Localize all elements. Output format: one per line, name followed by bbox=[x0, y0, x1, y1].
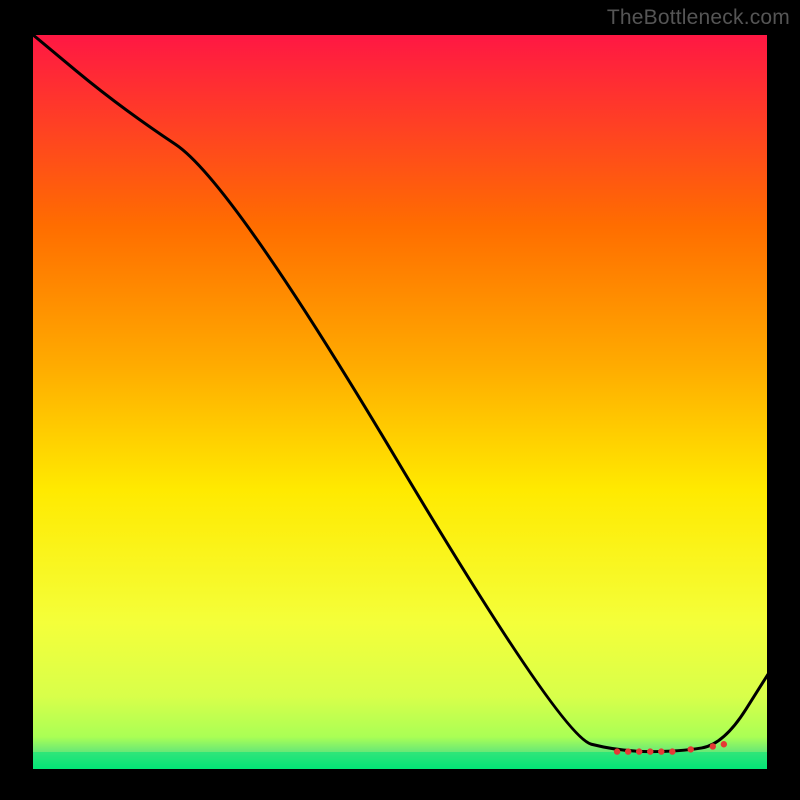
chart-marker bbox=[614, 748, 620, 754]
chart-marker bbox=[669, 748, 675, 754]
watermark-text: TheBottleneck.com bbox=[607, 6, 790, 30]
chart-marker bbox=[721, 741, 727, 747]
chart-marker bbox=[688, 746, 694, 752]
chart-plot-area bbox=[32, 34, 768, 770]
chart-container: TheBottleneck.com bbox=[0, 0, 800, 800]
chart-marker bbox=[658, 748, 664, 754]
chart-marker bbox=[710, 743, 716, 749]
chart-marker bbox=[625, 748, 631, 754]
chart-green-band bbox=[32, 752, 768, 770]
chart-marker bbox=[647, 748, 653, 754]
chart-svg bbox=[0, 0, 800, 800]
chart-marker bbox=[636, 748, 642, 754]
